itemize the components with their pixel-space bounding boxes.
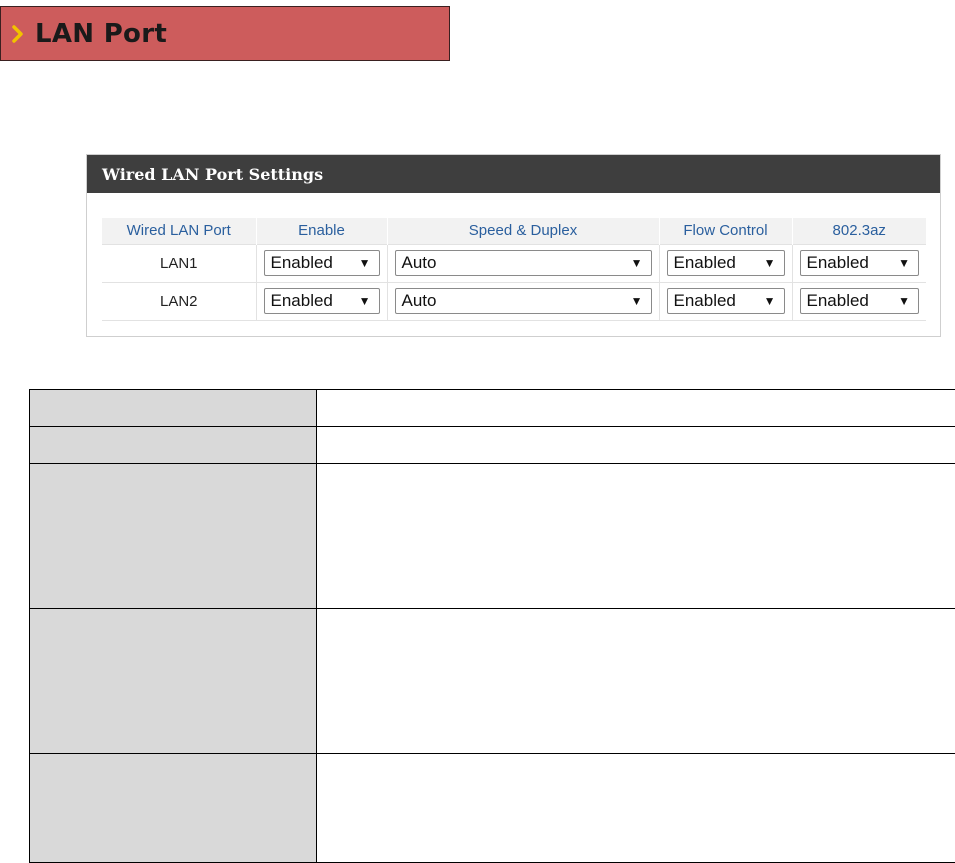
column-header-port: Wired LAN Port — [102, 218, 257, 244]
lan1-flow-control-select[interactable]: Enabled ▼ — [666, 250, 785, 276]
table-row — [29, 426, 955, 464]
field-description-table — [29, 389, 955, 863]
table-row: LAN2 Enabled ▼ Auto ▼ Enabled ▼ Enabled … — [102, 281, 926, 321]
lan2-802-3az-select[interactable]: Enabled ▼ — [799, 288, 919, 314]
lan1-enable-select[interactable]: Enabled ▼ — [263, 250, 380, 276]
port-name: LAN1 — [102, 243, 257, 282]
table-row: LAN1 Enabled ▼ Auto ▼ Enabled ▼ Enabled … — [102, 243, 926, 282]
section-title-banner: LAN Port — [0, 6, 450, 61]
dropdown-arrow-icon: ▼ — [358, 256, 371, 270]
panel-header: Wired LAN Port Settings — [87, 155, 940, 193]
page-title: LAN Port — [35, 18, 168, 49]
lan1-802-3az-select[interactable]: Enabled ▼ — [799, 250, 919, 276]
lan2-flow-control-select[interactable]: Enabled ▼ — [666, 288, 785, 314]
lan2-enable-select[interactable]: Enabled ▼ — [263, 288, 380, 314]
dropdown-arrow-icon: ▼ — [763, 294, 776, 308]
description-label-cell — [29, 389, 317, 427]
table-row — [29, 753, 955, 863]
lan-port-table: Wired LAN Port Enable Speed & Duplex Flo… — [102, 218, 926, 321]
dropdown-arrow-icon: ▼ — [630, 294, 643, 308]
select-value: Auto — [401, 291, 437, 310]
column-header-enable: Enable — [256, 218, 388, 244]
description-label-cell — [29, 753, 317, 863]
wired-lan-port-settings-panel: Wired LAN Port Settings Wired LAN Port E… — [86, 154, 941, 337]
dropdown-arrow-icon: ▼ — [763, 256, 776, 270]
description-value-cell — [316, 753, 955, 863]
description-value-cell — [316, 608, 955, 754]
column-header-speed-duplex: Speed & Duplex — [387, 218, 660, 244]
table-row — [29, 608, 955, 754]
select-value: Enabled — [270, 291, 333, 310]
description-label-cell — [29, 426, 317, 464]
chevron-right-icon — [1, 24, 35, 43]
select-value: Enabled — [806, 291, 869, 310]
table-row — [29, 463, 955, 609]
table-header-row: Wired LAN Port Enable Speed & Duplex Flo… — [102, 218, 926, 244]
select-value: Enabled — [673, 253, 736, 272]
dropdown-arrow-icon: ▼ — [358, 294, 371, 308]
select-value: Auto — [401, 253, 437, 272]
description-value-cell — [316, 426, 955, 464]
column-header-802-3az: 802.3az — [792, 218, 926, 244]
table-row — [29, 389, 955, 427]
description-label-cell — [29, 608, 317, 754]
select-value: Enabled — [673, 291, 736, 310]
select-value: Enabled — [806, 253, 869, 272]
dropdown-arrow-icon: ▼ — [898, 294, 910, 308]
port-name: LAN2 — [102, 281, 257, 321]
lan2-speed-duplex-select[interactable]: Auto ▼ — [394, 288, 652, 314]
description-value-cell — [316, 389, 955, 427]
column-header-flow-control: Flow Control — [659, 218, 793, 244]
description-label-cell — [29, 463, 317, 609]
dropdown-arrow-icon: ▼ — [898, 256, 910, 270]
dropdown-arrow-icon: ▼ — [630, 256, 643, 270]
description-value-cell — [316, 463, 955, 609]
select-value: Enabled — [270, 253, 333, 272]
lan1-speed-duplex-select[interactable]: Auto ▼ — [394, 250, 652, 276]
